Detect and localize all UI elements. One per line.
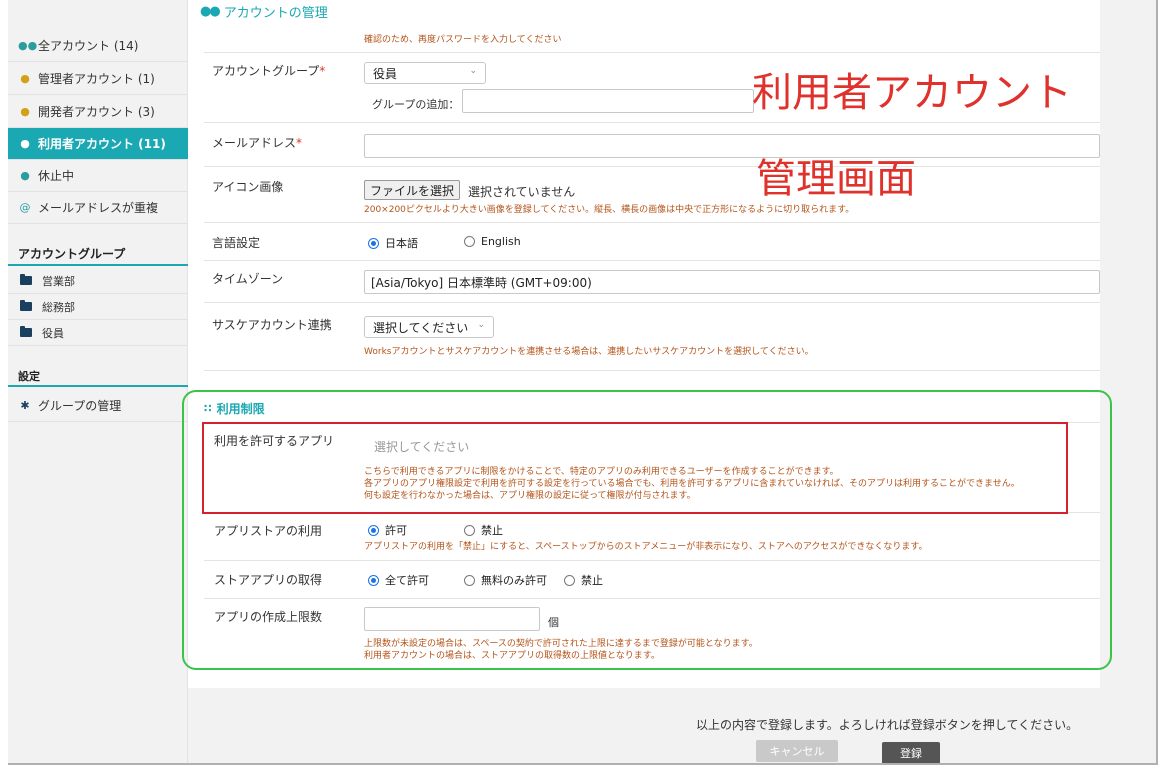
suspended-icon: ● <box>20 169 30 182</box>
gear-icon: ✱ <box>20 399 30 412</box>
group-add-input[interactable] <box>462 89 754 113</box>
annotation-title-line1: 利用者アカウント <box>752 70 1072 116</box>
group-add-label: グループの追加： <box>372 98 460 111</box>
label-text: メールアドレス <box>212 136 297 150</box>
chevron-down-icon: ⌄ <box>469 66 477 76</box>
page-title: ●● アカウントの管理 <box>200 2 328 21</box>
sasuke-account-select[interactable]: 選択してください ⌄ <box>364 316 494 338</box>
divider <box>204 370 1100 371</box>
sidebar-group-sales[interactable]: 営業部 <box>8 268 188 294</box>
divider <box>204 260 1100 261</box>
sidebar-item-label: メールアドレスが重複 <box>38 201 159 215</box>
form-footer: 以上の内容で登録します。よろしければ登録ボタンを押してください。 キャンセル 登… <box>188 688 1156 763</box>
submit-button[interactable]: 登録 <box>882 742 940 763</box>
sidebar-item-label: 全アカウント (14) <box>38 39 139 53</box>
developer-icon: ● <box>20 105 30 118</box>
email-label: メールアドレス* <box>212 134 302 151</box>
page-title-text: アカウントの管理 <box>223 6 328 21</box>
users-icon: ●● <box>200 4 221 19</box>
divider <box>204 222 1100 223</box>
sidebar-item-developer-accounts[interactable]: ● 開発者アカウント (3) <box>8 96 188 128</box>
confirm-text: 以上の内容で登録します。よろしければ登録ボタンを押してください。 <box>696 718 1079 732</box>
sidebar: ●● 全アカウント (14) ● 管理者アカウント (1) ● 開発者アカウント… <box>8 0 188 763</box>
language-option-japanese[interactable]: 日本語 <box>368 235 418 251</box>
app-frame: ●● 全アカウント (14) ● 管理者アカウント (1) ● 開発者アカウント… <box>8 0 1158 765</box>
file-select-button[interactable]: ファイルを選択 <box>364 180 461 200</box>
email-field[interactable] <box>364 134 1100 158</box>
at-icon: @ <box>19 201 31 214</box>
icon-hint: 200×200ピクセルより大きい画像を登録してください。縦長、横長の画像は中央で… <box>364 205 855 215</box>
users-icon: ●● <box>18 39 38 52</box>
divider <box>204 122 1100 123</box>
sasuke-account-label: サスケアカウント連携 <box>212 318 332 332</box>
chevron-down-icon: ⌄ <box>477 320 485 330</box>
sidebar-item-suspended[interactable]: ● 休止中 <box>8 160 188 192</box>
label-text: アカウントグループ <box>212 64 320 78</box>
icon-image-label: アイコン画像 <box>212 180 284 194</box>
folder-icon <box>20 274 32 285</box>
sidebar-item-label: 開発者アカウント (3) <box>38 105 155 119</box>
folder-icon <box>20 300 32 311</box>
account-group-heading: アカウントグループ <box>8 242 188 266</box>
sasuke-hint: Worksアカウントとサスケアカウントを連携させる場合は、連携したいサスケアカウ… <box>364 347 814 357</box>
settings-heading: 設定 <box>8 367 188 387</box>
folder-icon <box>20 326 32 337</box>
sidebar-group-executives[interactable]: 役員 <box>8 320 188 346</box>
user-icon: ● <box>20 137 30 150</box>
sidebar-item-group-management[interactable]: ✱ グループの管理 <box>8 390 188 422</box>
file-status: 選択されていません <box>468 185 576 199</box>
radio-label: English <box>481 235 521 248</box>
select-value: 選択してください <box>373 320 469 335</box>
divider <box>204 302 1100 303</box>
timezone-field[interactable]: [Asia/Tokyo] 日本標準時 (GMT+09:00) <box>364 270 1100 294</box>
radio-label: 日本語 <box>385 237 418 250</box>
divider <box>204 52 1100 53</box>
required-mark: * <box>319 64 326 78</box>
select-value: 役員 <box>373 66 398 81</box>
sidebar-item-label: 利用者アカウント (11) <box>38 137 166 151</box>
password-hint: 確認のため、再度パスワードを入力してください <box>364 35 562 45</box>
language-label: 言語設定 <box>212 236 261 250</box>
divider <box>204 166 1100 167</box>
language-option-english[interactable]: English <box>464 235 521 248</box>
account-group-label: アカウントグループ* <box>212 62 325 79</box>
allowed-apps-highlight-frame <box>202 422 1068 514</box>
account-group-select[interactable]: 役員 ⌄ <box>364 62 486 84</box>
sidebar-item-label: 管理者アカウント (1) <box>38 72 155 86</box>
group-label: 役員 <box>42 326 64 340</box>
required-mark: * <box>296 136 303 150</box>
timezone-label: タイムゾーン <box>212 272 284 286</box>
sidebar-item-user-accounts[interactable]: ● 利用者アカウント (11) <box>8 128 188 160</box>
sidebar-group-general-affairs[interactable]: 総務部 <box>8 294 188 320</box>
sidebar-item-label: 休止中 <box>38 169 75 183</box>
sidebar-item-admin-accounts[interactable]: ● 管理者アカウント (1) <box>8 63 188 95</box>
annotation-title-line2: 管理画面 <box>756 156 916 202</box>
cancel-button[interactable]: キャンセル <box>756 740 838 762</box>
radio-checked-icon <box>368 237 379 249</box>
sidebar-item-duplicate-email[interactable]: @ メールアドレスが重複 <box>8 192 188 224</box>
group-label: 営業部 <box>42 274 75 288</box>
sidebar-item-label: グループの管理 <box>38 399 122 413</box>
admin-icon: ● <box>20 72 30 85</box>
sidebar-item-all-accounts[interactable]: ●● 全アカウント (14) <box>8 30 188 62</box>
radio-unchecked-icon <box>464 236 475 247</box>
group-label: 総務部 <box>42 300 75 314</box>
